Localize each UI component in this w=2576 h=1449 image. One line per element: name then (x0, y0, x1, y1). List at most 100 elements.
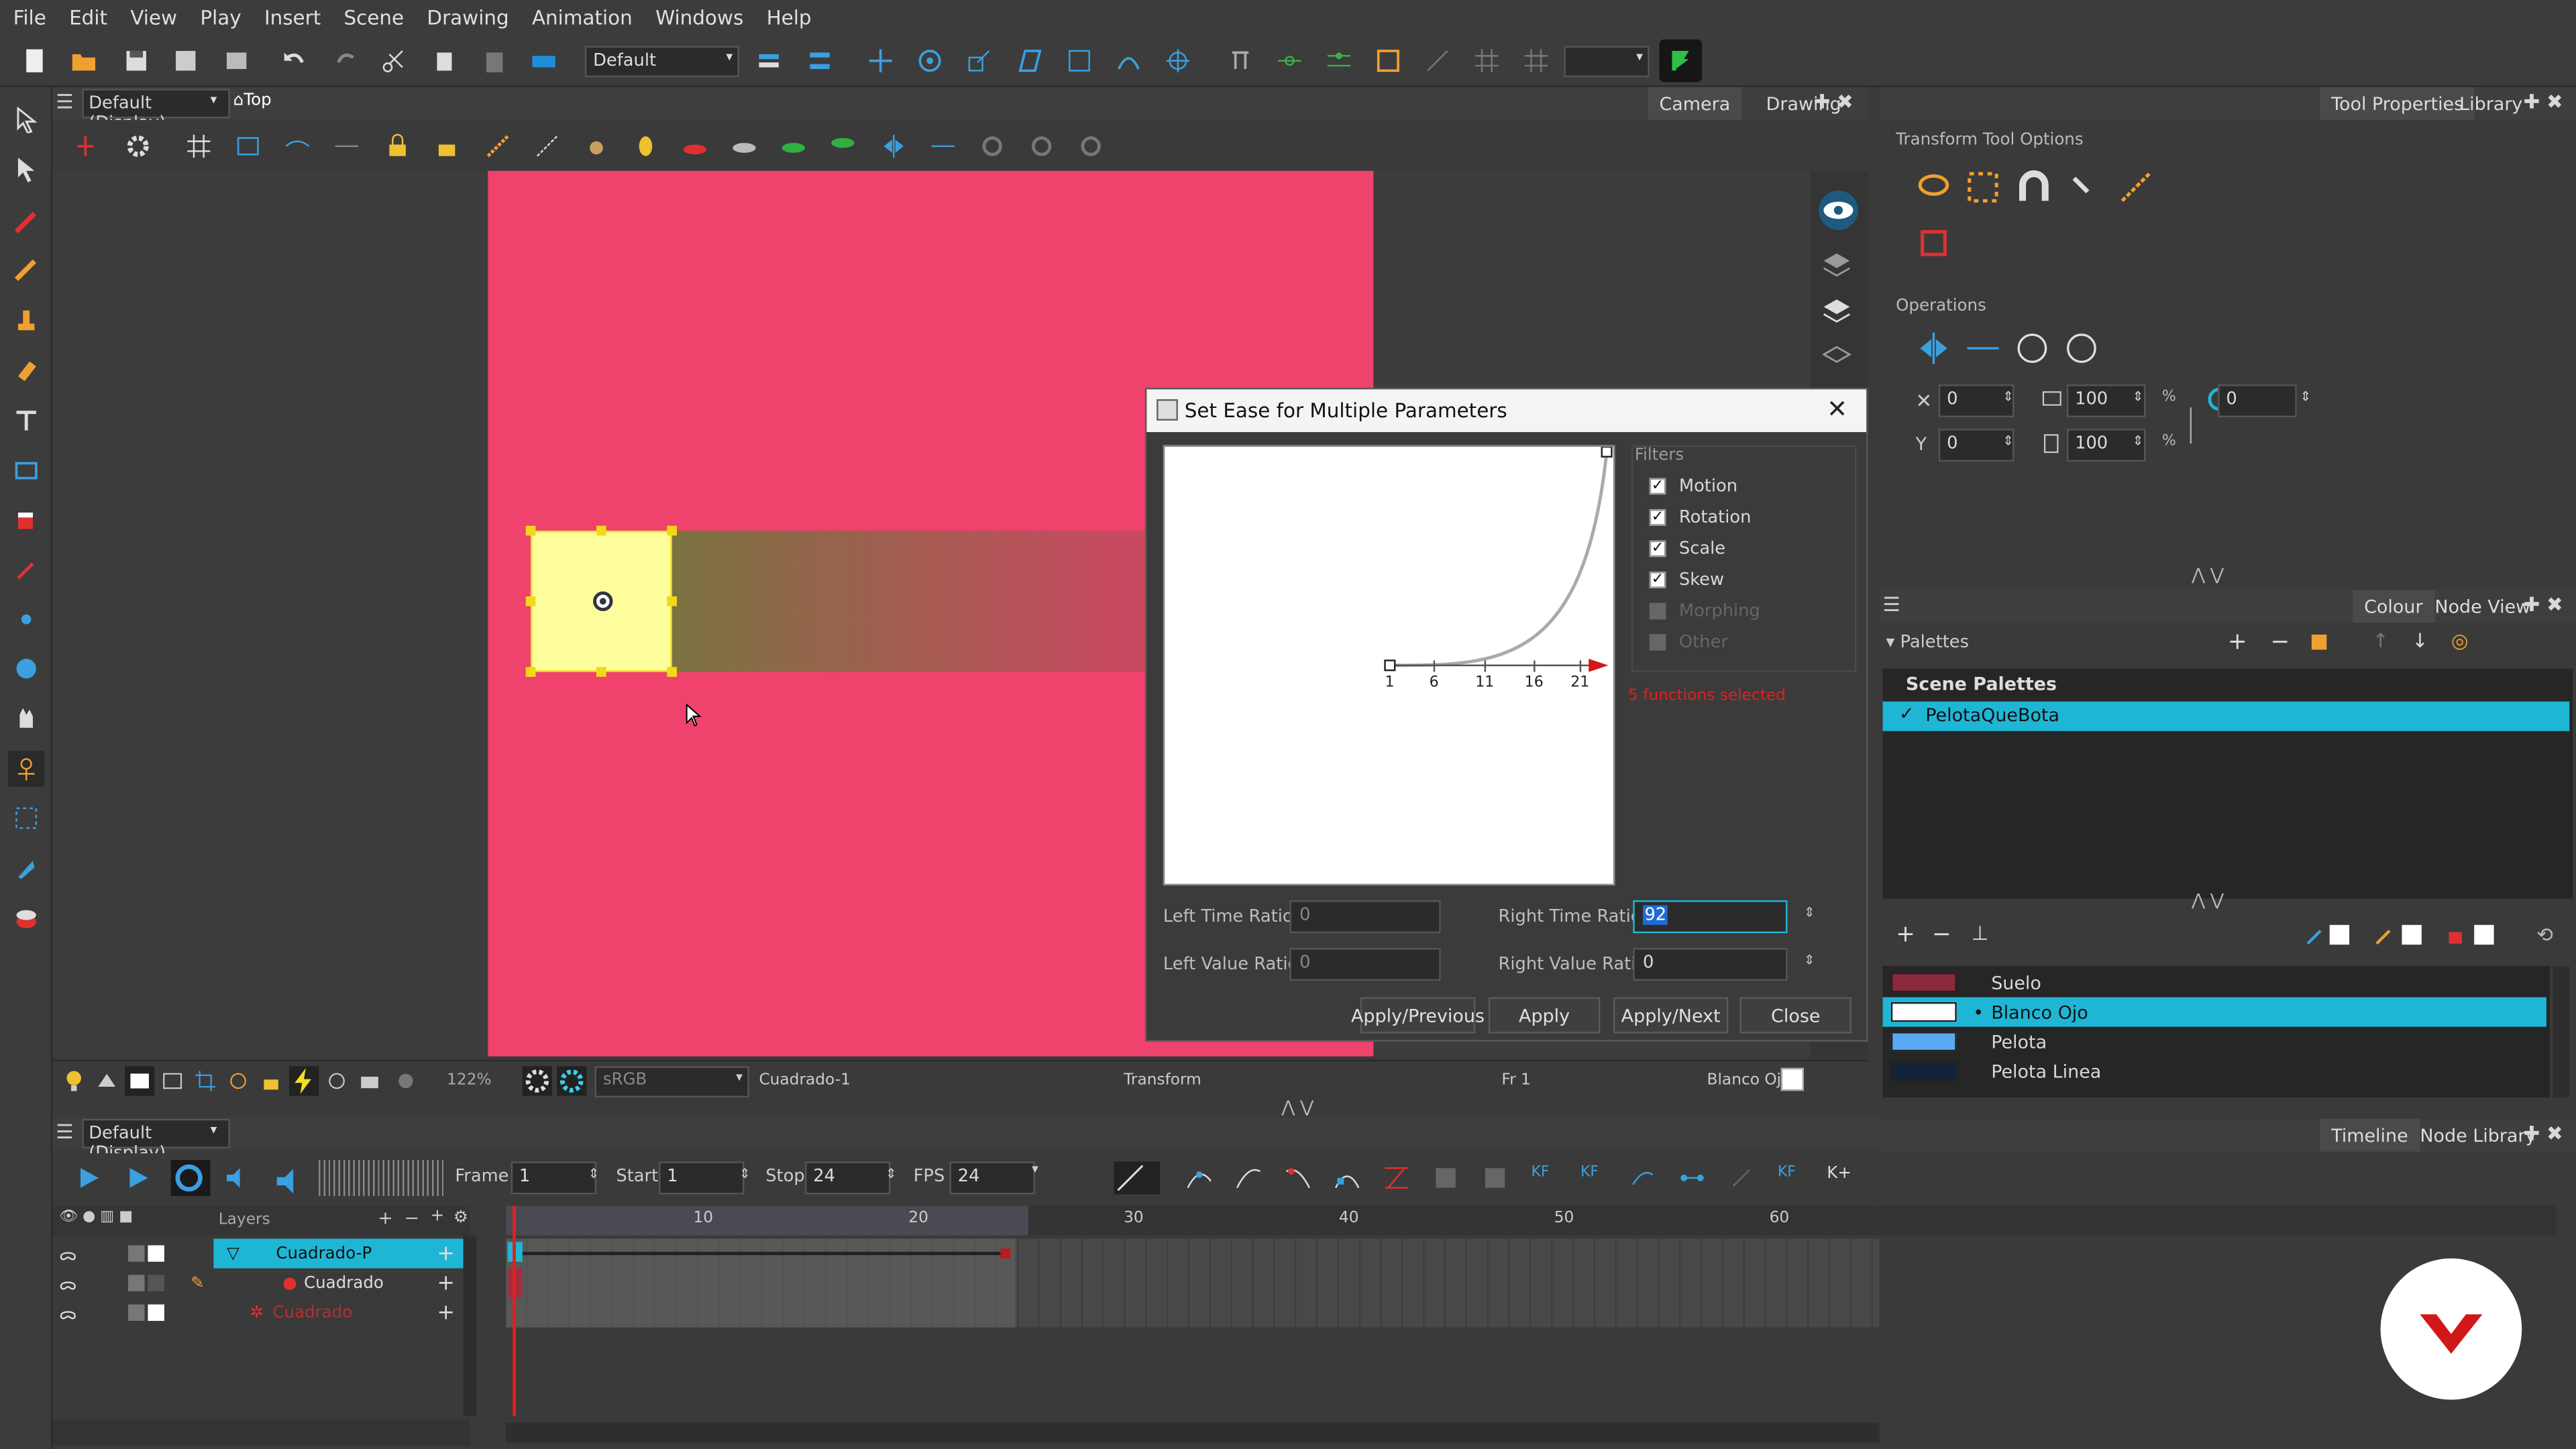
menu-help[interactable]: Help (767, 7, 812, 30)
unlock-icon[interactable] (431, 129, 464, 162)
lightning-icon[interactable] (289, 1066, 319, 1096)
layers-stack-icon[interactable] (1822, 250, 1851, 279)
transform-pivot-icon[interactable] (8, 601, 44, 637)
gear-disabled-2-icon[interactable] (1025, 129, 1058, 162)
apply-next-button[interactable]: Apply/Next (1613, 997, 1729, 1034)
menu-play[interactable]: Play (200, 7, 241, 30)
spinner-icon[interactable]: ⇕ (2133, 434, 2143, 449)
close-panel-icon[interactable]: ✖ (2546, 1122, 2563, 1145)
preview-eye-icon[interactable] (1819, 191, 1858, 230)
pin-icon[interactable] (1222, 43, 1258, 79)
motion-function-icon[interactable] (1383, 1165, 1409, 1191)
onion-skin-icon[interactable] (281, 129, 314, 162)
keyframe-line-icon[interactable] (1272, 43, 1308, 79)
zoom-select[interactable]: ▾ (1564, 46, 1650, 78)
spinner-icon[interactable]: ⇕ (1804, 953, 1815, 967)
apply-previous-button[interactable]: Apply/Previous (1351, 997, 1485, 1034)
stop-motion-keyframe-icon[interactable] (1186, 1165, 1212, 1191)
playhead[interactable] (513, 1205, 516, 1417)
spinner-icon[interactable]: ⇕ (885, 1167, 896, 1181)
bbox-handle[interactable] (667, 525, 677, 536)
stamp-tool-icon[interactable] (8, 303, 44, 339)
transform-tool-icon[interactable] (8, 800, 44, 837)
add-layer-icon[interactable]: + (378, 1208, 393, 1229)
spinner-icon[interactable]: ⇕ (2300, 389, 2311, 404)
scale-tool-icon[interactable] (961, 43, 998, 79)
skew-tool-icon[interactable] (1012, 43, 1049, 79)
light-table-toggle-icon[interactable] (95, 1069, 118, 1092)
layer-red-icon[interactable] (678, 129, 711, 162)
pencil-colour-icon[interactable] (2303, 925, 2326, 948)
rectangle-tool-icon[interactable] (8, 451, 44, 488)
layer-visibility-icons[interactable]: 👁 ● ▥ ■ (59, 1209, 133, 1225)
colour-toggle[interactable] (148, 1275, 164, 1291)
bbox-handle[interactable] (525, 525, 536, 536)
flip-icon[interactable] (1419, 43, 1456, 79)
left-value-ratio-field[interactable]: 0 (1289, 948, 1441, 981)
close-button[interactable]: Close (1739, 997, 1852, 1034)
spinner-icon[interactable]: ⇕ (2002, 389, 2013, 404)
filter-rotation-checkbox[interactable]: ✓ Rotation (1649, 508, 1751, 527)
colour-toggle[interactable] (148, 1304, 164, 1321)
swatch-row-selected[interactable]: • Blanco Ojo (1882, 997, 2546, 1027)
save-icon[interactable] (118, 43, 154, 79)
add-view-icon[interactable]: ✚ (1814, 91, 1831, 113)
layers-scrollbar[interactable] (463, 1235, 477, 1417)
onion-toggle-icon[interactable] (227, 1069, 250, 1092)
add-panel-icon[interactable]: ✚ (2524, 91, 2540, 113)
rotate-tool-icon[interactable] (912, 43, 948, 79)
open-folder-icon[interactable] (66, 43, 102, 79)
right-value-ratio-field[interactable]: 0 (1633, 948, 1788, 981)
bbox-handle[interactable] (667, 667, 677, 677)
zoom-level[interactable]: 122% (447, 1071, 492, 1089)
ease-out-icon[interactable] (1285, 1165, 1311, 1191)
peg-only-icon[interactable] (2065, 169, 2101, 205)
chevron-down-icon[interactable]: ▾ (210, 1122, 217, 1137)
remove-keyframe-icon[interactable]: KF (1580, 1165, 1607, 1191)
motion-keyframe-icon[interactable] (1629, 1165, 1656, 1191)
view-mode-select[interactable]: Default (Display) (82, 89, 230, 133)
pin-red-icon[interactable] (69, 129, 102, 162)
close-panel-icon[interactable]: ✖ (2546, 91, 2563, 113)
playback-speed-slider[interactable] (319, 1159, 444, 1196)
extend-exposure-icon[interactable] (1482, 1165, 1508, 1191)
sound-scrub-icon[interactable] (273, 1165, 306, 1194)
set-ease-multi-icon[interactable] (1334, 1165, 1360, 1191)
grid-snap-icon[interactable] (1518, 43, 1554, 79)
play-selection-icon[interactable] (125, 1165, 151, 1191)
filter-scale-checkbox[interactable]: ✓ Scale (1649, 539, 1725, 559)
menu-insert[interactable]: Insert (264, 7, 321, 30)
new-scene-icon[interactable] (16, 43, 52, 79)
shade-icon[interactable] (580, 129, 612, 162)
palettes-toggle[interactable]: ▾ Palettes (1886, 633, 1969, 652)
ease-curve-graph[interactable]: 1 6 11 16 21 (1163, 445, 1615, 886)
chevron-down-icon[interactable]: ▾ (210, 92, 217, 107)
bounding-box-red-icon[interactable] (1916, 225, 1952, 262)
frame-field[interactable]: 1 (511, 1161, 596, 1195)
grid-toggle-icon[interactable] (182, 129, 215, 162)
brush-colour-icon[interactable] (2372, 925, 2395, 948)
tab-camera[interactable]: Camera (1648, 87, 1742, 120)
dropper-tool-icon[interactable] (8, 552, 44, 588)
colorspace-select[interactable]: sRGB ▾ (594, 1066, 749, 1097)
add-swatch-icon[interactable]: + (1896, 922, 1915, 948)
eye-icon[interactable]: ᯅ (59, 1301, 76, 1324)
add-layer-icon[interactable]: + (437, 1271, 455, 1295)
flip-vertical-icon[interactable] (926, 129, 959, 162)
move-tool-icon[interactable] (863, 43, 899, 79)
current-colour-swatch[interactable] (1780, 1067, 1805, 1091)
eraser-tool-icon[interactable] (8, 352, 44, 388)
lock-toggle[interactable] (128, 1304, 145, 1321)
undo-icon[interactable] (276, 43, 312, 79)
colour-toggle[interactable] (148, 1245, 164, 1262)
layer-grey-icon[interactable] (728, 129, 761, 162)
eye-icon[interactable]: ᯅ (59, 1272, 76, 1295)
reset-view-icon[interactable] (325, 1069, 348, 1092)
keyframe-end[interactable] (1000, 1248, 1011, 1258)
spinner-icon[interactable]: ⇕ (739, 1167, 750, 1181)
menu-scene[interactable]: Scene (344, 7, 405, 30)
tab-library[interactable]: Library (2448, 87, 2534, 120)
camera-icon[interactable] (526, 43, 562, 79)
remove-swatch-icon[interactable]: − (1932, 922, 1951, 948)
spinner-icon[interactable]: ⇕ (1804, 905, 1815, 920)
